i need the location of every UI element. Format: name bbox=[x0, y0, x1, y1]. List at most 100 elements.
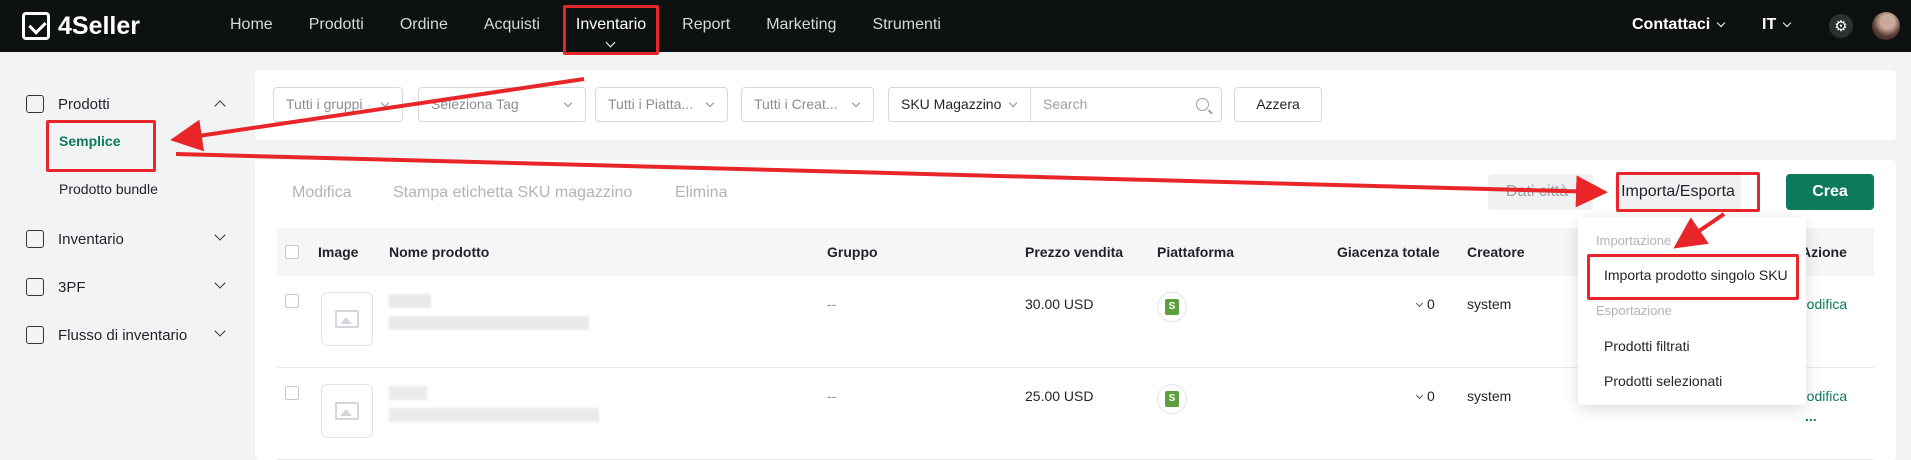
sidebar-item-prodotti[interactable]: Prodotti bbox=[26, 92, 236, 116]
row-checkbox[interactable] bbox=[285, 294, 299, 308]
column-header-price: Prezzo vendita bbox=[1025, 244, 1124, 260]
nav-item-inventario-label: Inventario bbox=[575, 16, 647, 33]
column-header-creator: Creatore bbox=[1467, 244, 1525, 260]
gear-icon[interactable]: ⚙ bbox=[1829, 14, 1853, 38]
group-select[interactable]: Tutti i gruppi bbox=[273, 87, 403, 122]
search-field-value: SKU Magazzino bbox=[901, 96, 1002, 112]
import-section-header: Importazione bbox=[1596, 233, 1672, 248]
delete-button[interactable]: Elimina bbox=[675, 184, 727, 202]
chevron-down-icon bbox=[1008, 98, 1018, 108]
tag-select-value: Seleziona Tag bbox=[431, 96, 519, 112]
logo-text: 4Seller bbox=[58, 11, 141, 40]
filter-panel: Tutti i gruppi Seleziona Tag Tutti i Pia… bbox=[255, 70, 1896, 140]
creator-select[interactable]: Tutti i Creat... bbox=[741, 87, 874, 122]
nav-item-inventario[interactable]: Inventario bbox=[558, 0, 664, 52]
chevron-down-icon bbox=[1782, 18, 1792, 28]
chevron-down-icon bbox=[1415, 299, 1424, 308]
product-name-redacted bbox=[389, 294, 431, 308]
search-icon[interactable] bbox=[1196, 98, 1209, 111]
sidebar-item-3pf[interactable]: 3PF bbox=[26, 275, 236, 299]
row-checkbox[interactable] bbox=[285, 386, 299, 400]
product-group: -- bbox=[827, 388, 837, 404]
import-single-sku-item[interactable]: Importa prodotto singolo SKU bbox=[1604, 267, 1788, 283]
nav-item-marketing[interactable]: Marketing bbox=[748, 0, 854, 52]
column-header-stock: Giacenza totale bbox=[1337, 244, 1440, 260]
product-sku-redacted bbox=[389, 316, 589, 330]
main-nav: Home Prodotti Ordine Acquisti Inventario… bbox=[212, 0, 959, 52]
product-image bbox=[321, 292, 373, 346]
nav-item-acquisti[interactable]: Acquisti bbox=[466, 0, 558, 52]
sidebar-item-flusso-di-inventario[interactable]: Flusso di inventario bbox=[26, 323, 236, 347]
shopify-icon: S bbox=[1157, 384, 1187, 414]
nav-item-prodotti[interactable]: Prodotti bbox=[291, 0, 382, 52]
print-sku-label-button[interactable]: Stampa etichetta SKU magazzino bbox=[393, 184, 632, 202]
product-stock[interactable]: 0 bbox=[1415, 388, 1435, 404]
chevron-down-icon bbox=[380, 98, 390, 108]
edit-button[interactable]: Modifica bbox=[292, 184, 352, 202]
nav-item-home[interactable]: Home bbox=[212, 0, 291, 52]
search-input[interactable]: Search bbox=[1031, 87, 1222, 122]
product-price: 25.00 USD bbox=[1025, 388, 1094, 404]
stock-value: 0 bbox=[1427, 296, 1435, 312]
group-select-value: Tutti i gruppi bbox=[286, 96, 363, 112]
chevron-down-icon bbox=[851, 98, 861, 108]
box-icon bbox=[26, 278, 44, 296]
select-all-checkbox[interactable] bbox=[285, 245, 299, 259]
column-header-image: Image bbox=[318, 244, 359, 260]
logo-icon bbox=[22, 12, 50, 40]
import-export-button[interactable]: Importa/Esporta bbox=[1615, 174, 1741, 210]
sidebar-subitem-prodotto-bundle[interactable]: Prodotto bundle bbox=[59, 181, 158, 197]
sidebar-item-inventario[interactable]: Inventario bbox=[26, 227, 236, 251]
platform-select-value: Tutti i Piatta... bbox=[608, 96, 694, 112]
sidebar-item-label: 3PF bbox=[58, 278, 86, 296]
warehouse-icon bbox=[26, 230, 44, 248]
city-data-button[interactable]: Dati città bbox=[1488, 174, 1593, 210]
column-header-action: Azione bbox=[1801, 244, 1847, 260]
column-header-group: Gruppo bbox=[827, 244, 878, 260]
reset-button[interactable]: Azzera bbox=[1234, 87, 1322, 122]
shopify-icon: S bbox=[1157, 292, 1187, 322]
chevron-down-icon bbox=[214, 325, 226, 337]
product-name-redacted bbox=[389, 386, 427, 400]
create-button[interactable]: Crea bbox=[1786, 174, 1874, 210]
search-field-select[interactable]: SKU Magazzino bbox=[888, 87, 1031, 122]
nav-item-strumenti[interactable]: Strumenti bbox=[854, 0, 958, 52]
stock-value: 0 bbox=[1427, 388, 1435, 404]
export-selected-item[interactable]: Prodotti selezionati bbox=[1604, 373, 1722, 389]
sidebar-item-label: Prodotti bbox=[58, 95, 110, 113]
avatar[interactable] bbox=[1872, 12, 1900, 40]
chevron-down-icon bbox=[1415, 391, 1424, 400]
brand-logo[interactable]: 4Seller bbox=[22, 10, 140, 42]
creator-select-value: Tutti i Creat... bbox=[754, 96, 838, 112]
column-header-platform: Piattaforma bbox=[1157, 244, 1235, 260]
contact-menu[interactable]: Contattaci bbox=[1632, 16, 1726, 34]
tag-select[interactable]: Seleziona Tag bbox=[418, 87, 586, 122]
search-placeholder: Search bbox=[1043, 96, 1088, 112]
image-placeholder-icon bbox=[335, 310, 359, 328]
language-label: IT bbox=[1762, 16, 1777, 33]
sidebar-item-label: Inventario bbox=[58, 230, 124, 248]
export-filtered-item[interactable]: Prodotti filtrati bbox=[1604, 338, 1690, 354]
product-price: 30.00 USD bbox=[1025, 296, 1094, 312]
chevron-down-icon bbox=[563, 98, 573, 108]
nav-item-report[interactable]: Report bbox=[664, 0, 748, 52]
sidebar: Prodotti Semplice Prodotto bundle Invent… bbox=[0, 52, 255, 460]
image-placeholder-icon bbox=[335, 402, 359, 420]
tag-icon bbox=[26, 95, 44, 113]
product-image bbox=[321, 384, 373, 438]
contact-label: Contattaci bbox=[1632, 16, 1711, 33]
chevron-down-icon bbox=[214, 229, 226, 241]
platform-select[interactable]: Tutti i Piatta... bbox=[595, 87, 728, 122]
language-menu[interactable]: IT bbox=[1762, 16, 1792, 34]
chevron-down-icon bbox=[214, 277, 226, 289]
chevron-down-icon bbox=[1716, 18, 1726, 28]
sidebar-subitem-semplice[interactable]: Semplice bbox=[59, 133, 120, 149]
more-actions-link[interactable]: ... bbox=[1805, 408, 1817, 424]
sidebar-item-label: Flusso di inventario bbox=[58, 326, 188, 344]
product-stock[interactable]: 0 bbox=[1415, 296, 1435, 312]
chevron-up-icon bbox=[214, 100, 226, 112]
nav-item-ordine[interactable]: Ordine bbox=[382, 0, 466, 52]
chevron-down-icon bbox=[705, 98, 715, 108]
product-sku-redacted bbox=[389, 408, 599, 422]
flow-icon bbox=[26, 326, 44, 344]
